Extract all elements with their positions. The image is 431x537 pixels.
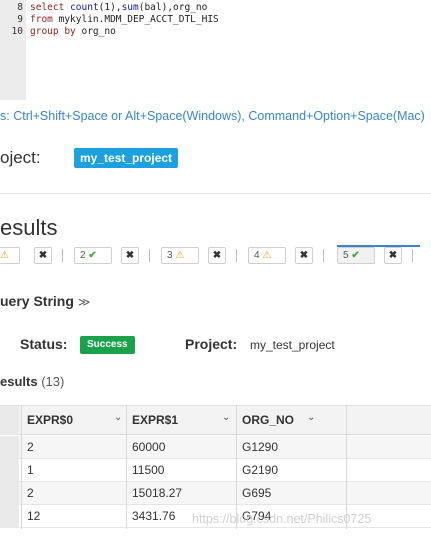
- column-divider: [346, 405, 347, 529]
- tab-number: 2: [80, 250, 86, 261]
- close-query-tab-1-button[interactable]: ✖: [34, 247, 52, 264]
- tab-number: 3: [167, 250, 173, 261]
- status-badge: Success: [80, 336, 135, 354]
- query-tab-3[interactable]: 3 ⚠: [161, 247, 199, 264]
- table-row: 2 15018.27 G695: [0, 482, 431, 505]
- column-divider: [126, 405, 127, 529]
- close-query-tab-3-button[interactable]: ✖: [208, 247, 226, 264]
- table-row: 2 60000 G1290: [0, 436, 431, 459]
- line-number: 10: [11, 26, 23, 37]
- warning-icon: ⚠: [0, 250, 9, 261]
- code-line[interactable]: 8 select count(1),sum(bal),org_no: [0, 2, 431, 14]
- query-string-label: uery String: [0, 293, 74, 309]
- code-token: (bal),org_no: [138, 2, 208, 13]
- sort-icon[interactable]: ⌄: [222, 403, 230, 432]
- row-index: [0, 505, 19, 528]
- table-cell: 60000: [132, 440, 166, 454]
- query-tabs: ⚠ ✖ 2 ✔ ✖ 3 ⚠ ✖ 4 ⚠ ✖ 5 ✔ ✖: [0, 245, 431, 267]
- tab-separator: [62, 249, 63, 262]
- code-token: sum: [121, 2, 139, 13]
- column-divider: [236, 405, 237, 529]
- code-line[interactable]: 9 from mykylin.MDM_DEP_ACCT_DTL_HIS: [0, 14, 431, 26]
- table-row: 1 11500 G2190: [0, 459, 431, 482]
- query-tab-5[interactable]: 5 ✔: [337, 247, 375, 264]
- warning-icon: ⚠: [175, 250, 185, 261]
- close-query-tab-5-button[interactable]: ✖: [384, 247, 402, 264]
- table-header: EXPR$0 ⌄ EXPR$1 ⌄ ORG_NO ⌄: [0, 405, 431, 435]
- table-cell: 2: [27, 440, 34, 454]
- result-project-value: my_test_project: [250, 338, 335, 352]
- code-line[interactable]: 10 group by org_no: [0, 26, 431, 38]
- code-token: mykylin.MDM_DEP_ACCT_DTL_HIS: [52, 14, 219, 25]
- code-text: select count(1),sum(bal),org_no: [30, 2, 207, 14]
- status-label: Status:: [20, 336, 68, 352]
- column-header-org-no[interactable]: ORG_NO ⌄: [237, 406, 347, 436]
- column-divider: [21, 405, 22, 529]
- table-cell: 15018.27: [132, 486, 183, 500]
- table-cell: 3431.76: [132, 509, 176, 523]
- query-string-toggle[interactable]: uery String ≫: [0, 293, 90, 309]
- code-text: group by org_no: [30, 26, 116, 38]
- tab-separator: [236, 249, 237, 262]
- sort-icon[interactable]: ⌄: [114, 403, 122, 432]
- column-header-expr0[interactable]: EXPR$0 ⌄: [22, 406, 127, 436]
- row-index-header: [0, 406, 19, 435]
- tab-separator: [149, 249, 150, 262]
- line-number: 9: [17, 14, 23, 25]
- code-token: from: [30, 14, 53, 25]
- table-cell: 2: [27, 486, 34, 500]
- table-cell: 1: [27, 463, 34, 477]
- query-tab-2[interactable]: 2 ✔: [74, 247, 112, 264]
- sort-icon[interactable]: ⌄: [307, 403, 315, 432]
- chevron-double-down-icon: ≫: [77, 295, 91, 309]
- line-number: 8: [17, 2, 23, 13]
- query-tab-4[interactable]: 4 ⚠: [248, 247, 286, 264]
- code-token: group by: [30, 26, 76, 37]
- tab-number: 4: [254, 250, 260, 261]
- results-label: esults: [0, 374, 38, 389]
- table-cell: 11500: [132, 463, 165, 477]
- result-project-label: Project:: [185, 336, 238, 352]
- query-tab-1[interactable]: ⚠: [0, 247, 20, 264]
- tab-separator: [323, 249, 324, 262]
- table-cell: G1290: [242, 440, 279, 454]
- divider: [0, 193, 431, 194]
- row-index: [0, 482, 19, 505]
- table-cell: 12: [27, 509, 41, 523]
- results-count: esults (13): [0, 374, 64, 389]
- close-query-tab-4-button[interactable]: ✖: [295, 247, 313, 264]
- sql-editor[interactable]: 8 select count(1),sum(bal),org_no 9 from my…: [0, 0, 431, 100]
- results-count-value: (13): [41, 374, 65, 389]
- project-label: oject:: [0, 148, 41, 167]
- code-token: org_no: [75, 26, 116, 37]
- code-token: (1),: [98, 2, 122, 13]
- autocomplete-hint: s: Ctrl+Shift+Space or Alt+Space(Windows…: [0, 109, 425, 123]
- check-icon: ✔: [88, 250, 97, 261]
- code-text: from mykylin.MDM_DEP_ACCT_DTL_HIS: [30, 14, 219, 26]
- close-query-tab-2-button[interactable]: ✖: [121, 247, 139, 264]
- tab-separator: [412, 249, 413, 262]
- warning-icon: ⚠: [262, 250, 272, 261]
- row-index: [0, 436, 19, 459]
- table-cell: G695: [242, 486, 272, 500]
- row-index: [0, 459, 19, 482]
- code-token: count: [70, 2, 99, 13]
- check-icon: ✔: [351, 250, 360, 261]
- tab-number: 5: [343, 250, 349, 261]
- project-badge: my_test_project: [74, 148, 179, 168]
- column-header-expr1[interactable]: EXPR$1 ⌄: [127, 406, 237, 436]
- results-heading: esults: [0, 215, 58, 240]
- code-token: select: [30, 2, 65, 13]
- table-cell: G2190: [242, 463, 279, 477]
- watermark: https://blog.csdn.net/Philics0725: [192, 512, 372, 526]
